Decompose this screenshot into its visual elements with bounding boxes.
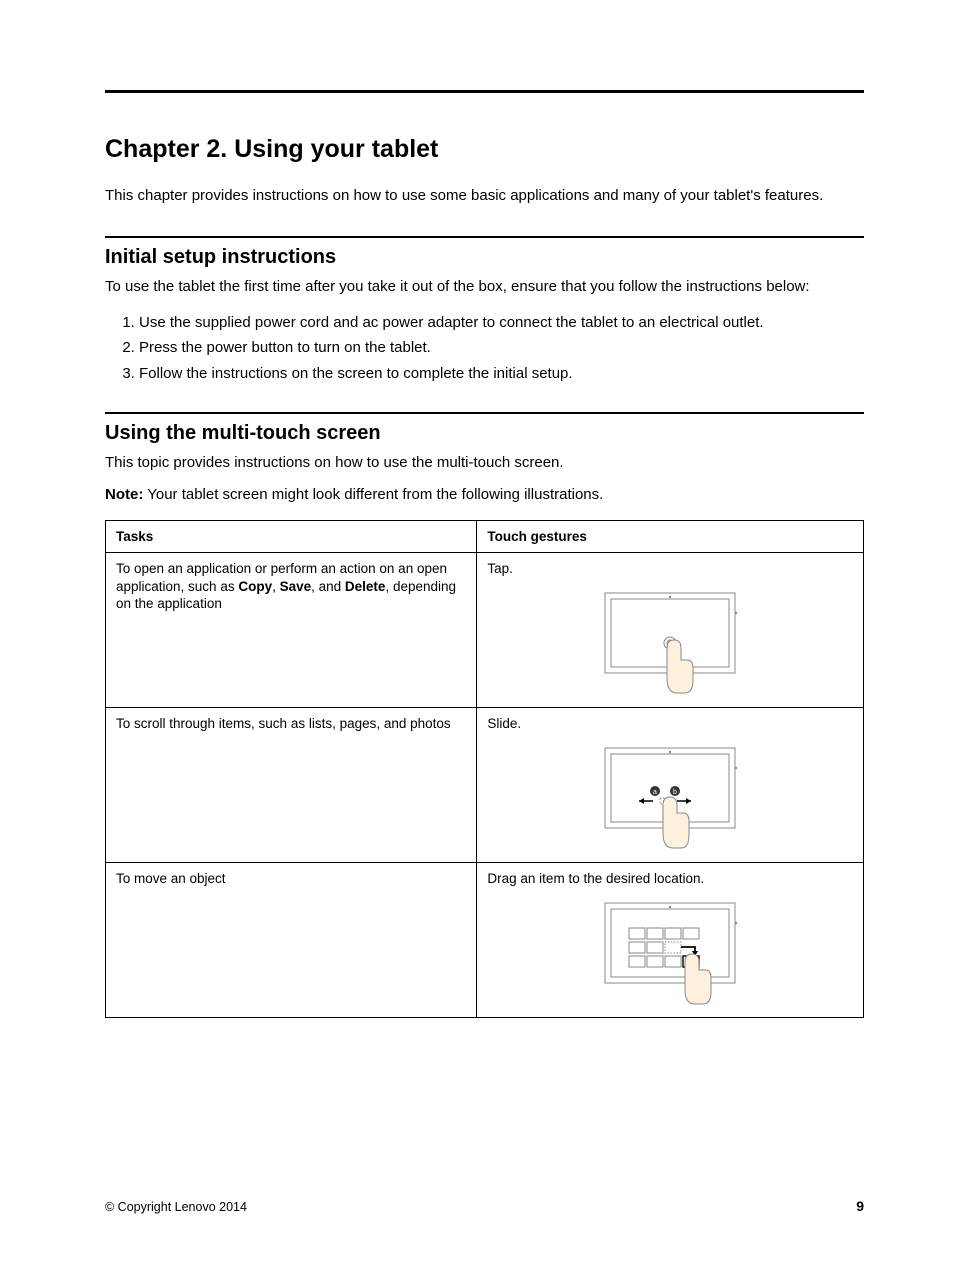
- bold-save: Save: [280, 579, 312, 594]
- drag-illustration: [487, 898, 853, 1008]
- table-row: To move an object Drag an item to the de…: [106, 863, 864, 1018]
- top-rule: [105, 90, 864, 93]
- note-text: Your tablet screen might look different …: [143, 486, 603, 503]
- table-row: To scroll through items, such as lists, …: [106, 708, 864, 863]
- tap-illustration: [487, 588, 853, 698]
- section-rule-1: [105, 236, 864, 238]
- section2-lead: This topic provides instructions on how …: [105, 453, 864, 473]
- section1-lead: To use the tablet the first time after y…: [105, 277, 864, 297]
- svg-text:b: b: [673, 789, 677, 796]
- section2-note: Note: Your tablet screen might look diff…: [105, 485, 864, 505]
- setup-steps: Use the supplied power cord and ac power…: [105, 310, 864, 387]
- bold-copy: Copy: [238, 579, 272, 594]
- gestures-table: Tasks Touch gestures To open an applicat…: [105, 520, 864, 1019]
- page-number: 9: [856, 1198, 864, 1214]
- section2-heading: Using the multi-touch screen: [105, 422, 864, 445]
- slide-illustration: a b: [487, 743, 853, 853]
- page-footer: © Copyright Lenovo 2014 9: [105, 1198, 864, 1214]
- bold-delete: Delete: [345, 579, 386, 594]
- svg-text:a: a: [653, 789, 657, 796]
- task-cell: To open an application or perform an act…: [106, 553, 477, 708]
- table-row: To open an application or perform an act…: [106, 553, 864, 708]
- step-3: Follow the instructions on the screen to…: [139, 361, 864, 387]
- task-cell: To scroll through items, such as lists, …: [106, 708, 477, 863]
- task-cell: To move an object: [106, 863, 477, 1018]
- section1-heading: Initial setup instructions: [105, 246, 864, 269]
- note-label: Note:: [105, 486, 143, 503]
- th-tasks: Tasks: [106, 520, 477, 553]
- chapter-title: Chapter 2. Using your tablet: [105, 135, 864, 164]
- gesture-label: Slide.: [487, 715, 853, 733]
- step-2: Press the power button to turn on the ta…: [139, 335, 864, 361]
- gesture-cell: Tap.: [477, 553, 864, 708]
- chapter-intro: This chapter provides instructions on ho…: [105, 186, 864, 206]
- gesture-cell: Slide. a b: [477, 708, 864, 863]
- copyright: © Copyright Lenovo 2014: [105, 1200, 247, 1214]
- gesture-label: Drag an item to the desired location.: [487, 870, 853, 888]
- step-1: Use the supplied power cord and ac power…: [139, 310, 864, 336]
- gesture-cell: Drag an item to the desired location.: [477, 863, 864, 1018]
- gesture-label: Tap.: [487, 560, 853, 578]
- section-rule-2: [105, 412, 864, 414]
- th-gestures: Touch gestures: [477, 520, 864, 553]
